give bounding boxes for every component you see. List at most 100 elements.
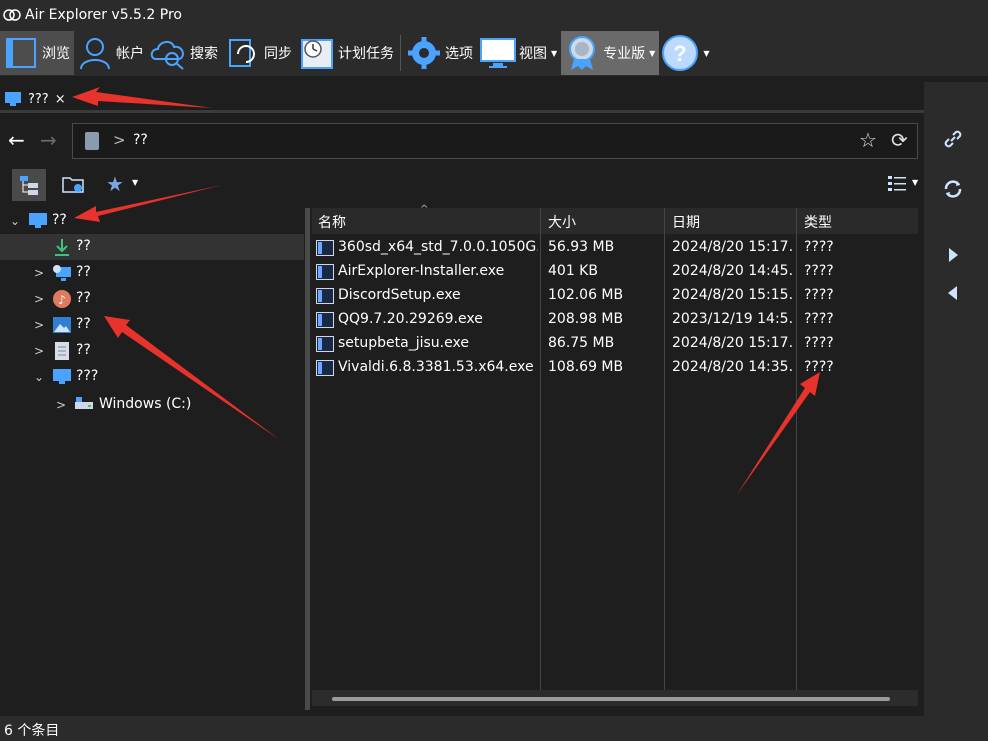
file-row[interactable]: 360sd_x64_std_7.0.0.1050G.exe 56.93 MB 2…	[312, 236, 918, 260]
arrow-right-icon[interactable]	[942, 244, 964, 266]
arrow-left-icon[interactable]	[942, 282, 964, 304]
options-label: 选项	[445, 46, 473, 62]
sync-button[interactable]: 同步	[222, 31, 296, 75]
file-name: DiscordSetup.exe	[338, 287, 461, 303]
file-date: 2024/8/20 15:17...	[672, 335, 794, 351]
app-logo-icon	[3, 9, 21, 21]
favorites-dropdown-caret-icon[interactable]: ▼	[132, 178, 138, 187]
tab-computer[interactable]: ??? ×	[0, 87, 66, 111]
schedule-button[interactable]: 计划任务	[296, 31, 398, 75]
tree-item-label: ??	[76, 264, 91, 280]
app-title: Air Explorer v5.5.2 Pro	[25, 7, 182, 23]
status-bar: 6 个条目	[0, 716, 924, 741]
file-list-header: 名称 ^ 大小 日期 类型	[312, 204, 918, 234]
account-icon	[76, 34, 114, 72]
view-mode-button[interactable]	[888, 176, 908, 196]
pane-splitter[interactable]	[305, 208, 310, 710]
expand-arrow-icon[interactable]: >	[32, 318, 46, 332]
tree-item-downloads[interactable]: ??	[0, 234, 304, 260]
tree-item-label: ??	[52, 212, 67, 228]
tree-item-drive-c[interactable]: > Windows (C:)	[0, 392, 304, 418]
browse-button[interactable]: 浏览	[0, 31, 74, 75]
back-arrow-icon[interactable]: ←	[8, 128, 25, 152]
column-name[interactable]: 名称	[318, 212, 346, 232]
browse-label: 浏览	[42, 46, 70, 62]
file-name: 360sd_x64_std_7.0.0.1050G.exe	[338, 239, 538, 255]
file-date: 2024/8/20 15:17...	[672, 239, 794, 255]
file-list: 名称 ^ 大小 日期 类型 360sd_x64_std_7.0.0.1050G.…	[312, 204, 924, 712]
file-name: setupbeta_jisu.exe	[338, 335, 469, 351]
view-button[interactable]: 视图 ▼	[477, 31, 561, 75]
forward-arrow-icon[interactable]: →	[40, 128, 57, 152]
options-button[interactable]: 选项	[403, 31, 477, 75]
pictures-icon	[53, 317, 71, 333]
file-type: ????	[804, 335, 834, 351]
file-type: ????	[804, 287, 834, 303]
file-row[interactable]: DiscordSetup.exe 102.06 MB 2024/8/20 15:…	[312, 284, 918, 308]
expand-arrow-icon[interactable]: >	[54, 398, 68, 412]
column-size[interactable]: 大小	[548, 212, 576, 232]
scrollbar-thumb[interactable]	[332, 697, 890, 701]
tree-item-music[interactable]: > ♪ ??	[0, 286, 304, 312]
file-row[interactable]: AirExplorer-Installer.exe 401 KB 2024/8/…	[312, 260, 918, 284]
column-date[interactable]: 日期	[672, 212, 700, 232]
expand-arrow-icon[interactable]: >	[32, 344, 46, 358]
favorites-star-icon[interactable]: ★	[106, 172, 124, 196]
badge-icon	[563, 34, 601, 72]
sort-ascending-icon: ^	[420, 204, 429, 215]
view-mode-caret-icon[interactable]: ▼	[912, 178, 918, 187]
download-icon	[55, 239, 69, 256]
help-dropdown-caret-icon[interactable]: ▼	[703, 49, 709, 58]
link-icon[interactable]	[942, 128, 964, 150]
pro-dropdown-caret-icon[interactable]: ▼	[649, 49, 655, 58]
tree-item-this-pc[interactable]: ⌄ ???	[0, 364, 304, 390]
search-button[interactable]: 搜索	[148, 31, 222, 75]
tree-item-pictures[interactable]: > ??	[0, 312, 304, 338]
file-row[interactable]: Vivaldi.6.8.3381.53.x64.exe 108.69 MB 20…	[312, 356, 918, 380]
address-bar[interactable]: > ?? ☆ ⟳	[72, 123, 918, 159]
tree-item-computer[interactable]: ⌄ ??	[0, 208, 304, 234]
right-side-panel	[924, 82, 988, 741]
tree-toggle-button[interactable]	[12, 169, 46, 201]
tab-close-icon[interactable]: ×	[55, 92, 66, 107]
account-button[interactable]: 帐户	[74, 31, 148, 75]
tree-item-label: ???	[76, 368, 99, 384]
tab-divider	[0, 110, 924, 113]
file-date: 2024/8/20 15:15...	[672, 287, 794, 303]
file-size: 208.98 MB	[548, 311, 624, 327]
pro-button[interactable]: 专业版 ▼	[561, 31, 660, 75]
help-button[interactable]: ? ▼	[659, 31, 713, 75]
expand-arrow-icon[interactable]: >	[32, 266, 46, 280]
refresh-icon[interactable]: ⟳	[891, 128, 908, 152]
pane-toolbar: ★ ▼ ▼	[0, 166, 924, 204]
file-row[interactable]: setupbeta_jisu.exe 86.75 MB 2024/8/20 15…	[312, 332, 918, 356]
gear-icon	[405, 34, 443, 72]
column-type[interactable]: 类型	[804, 212, 832, 232]
sync-icon[interactable]	[942, 178, 964, 200]
folder-tree: ⌄ ?? ?? > ?? > ♪ ?? > ?? > ?? ⌄ ??? > Wi…	[0, 208, 304, 712]
schedule-icon	[298, 34, 336, 72]
breadcrumb-path[interactable]: ??	[133, 132, 148, 148]
star-icon[interactable]: ☆	[859, 128, 877, 152]
sync-icon	[224, 34, 262, 72]
new-folder-button[interactable]	[62, 174, 84, 198]
expand-arrow-icon[interactable]: ⌄	[8, 214, 22, 228]
pro-label: 专业版	[603, 46, 646, 62]
tree-item-network[interactable]: > ??	[0, 260, 304, 286]
svg-text:♪: ♪	[58, 293, 66, 307]
file-type: ????	[804, 359, 834, 375]
view-dropdown-caret-icon[interactable]: ▼	[551, 49, 557, 58]
account-label: 帐户	[116, 46, 144, 62]
network-icon	[53, 265, 71, 281]
new-tab-icon[interactable]: +	[84, 86, 99, 107]
tree-item-documents[interactable]: > ??	[0, 338, 304, 364]
computer-icon	[53, 369, 71, 384]
expand-arrow-icon[interactable]: ⌄	[32, 370, 46, 384]
file-name: Vivaldi.6.8.3381.53.x64.exe	[338, 359, 534, 375]
expand-arrow-icon[interactable]: >	[32, 292, 46, 306]
horizontal-scrollbar[interactable]	[312, 690, 918, 706]
file-row[interactable]: QQ9.7.20.29269.exe 208.98 MB 2023/12/19 …	[312, 308, 918, 332]
computer-icon	[5, 92, 21, 106]
main-toolbar: 浏览 帐户 搜索 同步 计划任务 选项 视图 ▼ 专业版 ▼ ? ▼	[0, 30, 988, 76]
drive-icon	[75, 397, 93, 409]
